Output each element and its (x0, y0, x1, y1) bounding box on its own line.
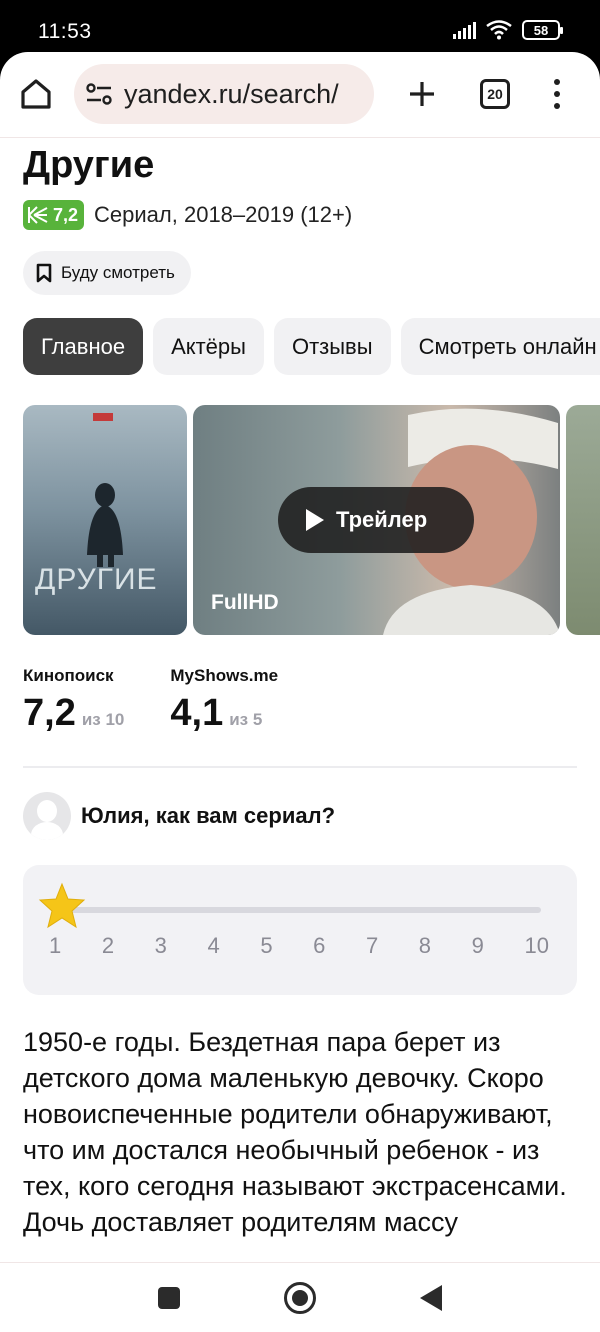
rating-option[interactable]: 9 (472, 933, 484, 959)
status-time: 11:53 (38, 20, 92, 43)
rating-value: 4,1 (170, 692, 224, 734)
system-navigation-bar (0, 1262, 600, 1332)
rating-option[interactable]: 2 (102, 933, 114, 959)
rating-slider-track[interactable] (63, 907, 541, 913)
show-meta-text: Сериал, 2018–2019 (12+) (94, 202, 353, 227)
page-content: Другие 7,2 Сериал, 2018–2019 (12+) Буду … (0, 138, 600, 1262)
rating-option[interactable]: 5 (260, 933, 272, 959)
kinopoisk-badge-rating: 7,2 (53, 204, 79, 225)
show-meta: 7,2 Сериал, 2018–2019 (12+) (23, 200, 352, 230)
play-icon (306, 509, 324, 531)
wifi-icon (486, 20, 512, 40)
tab-watch-online[interactable]: Смотреть онлайн (400, 318, 600, 375)
media-gallery: ДРУГИЕ Трейлер FullHD (23, 405, 600, 635)
kinopoisk-badge[interactable]: 7,2 (23, 200, 85, 230)
battery-icon: 58 (522, 20, 563, 40)
section-tabs: Главное Актёры Отзывы Смотреть онлайн (23, 318, 600, 375)
rating-scale-label: из 5 (229, 710, 263, 729)
rating-slider[interactable]: 1 2 3 4 5 6 7 8 9 10 (23, 865, 577, 995)
rating-scale-numbers: 1 2 3 4 5 6 7 8 9 10 (49, 933, 549, 959)
star-icon[interactable] (37, 881, 87, 931)
more-menu-icon[interactable] (546, 76, 568, 112)
status-bar: 11:53 58 (0, 0, 600, 60)
kinopoisk-logo-icon (28, 206, 48, 224)
tab-switcher-button[interactable]: 20 (480, 79, 510, 109)
trailer-video[interactable]: Трейлер FullHD (193, 405, 560, 635)
tab-main[interactable]: Главное (23, 318, 144, 375)
watch-later-label: Буду смотреть (61, 263, 175, 282)
show-description: 1950-е годы. Бездетная пара берет из дет… (23, 1027, 567, 1237)
rating-option[interactable]: 6 (313, 933, 325, 959)
home-icon[interactable] (18, 76, 54, 112)
ratings-row: Кинопоиск 7,2 из 10 MyShows.me 4,1 из 5 (23, 666, 278, 735)
rating-option[interactable]: 4 (207, 933, 219, 959)
status-icons: 58 (453, 20, 563, 40)
watch-later-button[interactable]: Буду смотреть (23, 251, 191, 295)
user-rating-prompt: Юлия, как вам сериал? (23, 792, 335, 840)
poster-title: ДРУГИЕ (35, 563, 158, 596)
play-trailer-button[interactable]: Трейлер (278, 487, 474, 553)
rating-scale-label: из 10 (81, 710, 125, 729)
rating-option[interactable]: 3 (155, 933, 167, 959)
rating-option[interactable]: 1 (49, 933, 61, 959)
rating-source: MyShows.me (170, 666, 279, 685)
trailer-label: Трейлер (336, 507, 428, 532)
url-text: yandex.ru/search/ (124, 78, 339, 109)
new-tab-icon[interactable] (404, 76, 440, 112)
rating-option[interactable]: 8 (419, 933, 431, 959)
myshows-rating[interactable]: MyShows.me 4,1 из 5 (170, 666, 278, 735)
rating-value: 7,2 (23, 692, 76, 734)
avatar (23, 792, 71, 840)
home-circle-icon[interactable] (284, 1282, 316, 1314)
browser-toolbar: yandex.ru/search/ 20 (0, 52, 600, 138)
divider (23, 766, 577, 768)
rating-option[interactable]: 10 (524, 933, 548, 959)
rating-option[interactable]: 7 (366, 933, 378, 959)
quality-badge: FullHD (211, 591, 279, 614)
bookmark-icon (36, 263, 52, 283)
back-icon[interactable] (420, 1285, 442, 1311)
address-bar[interactable]: yandex.ru/search/ (74, 64, 374, 124)
show-title: Другие (23, 144, 155, 186)
poster-figure (87, 413, 123, 567)
recent-apps-icon[interactable] (158, 1287, 180, 1309)
signal-icon (453, 21, 476, 39)
tab-reviews[interactable]: Отзывы (273, 318, 391, 375)
poster-image[interactable]: ДРУГИЕ (23, 405, 187, 635)
rating-source: Кинопоиск (23, 666, 114, 685)
kinopoisk-rating[interactable]: Кинопоиск 7,2 из 10 (23, 666, 124, 735)
user-rating-question: Юлия, как вам сериал? (81, 803, 336, 828)
gallery-next-image[interactable] (566, 405, 600, 635)
tab-actors[interactable]: Актёры (153, 318, 264, 375)
site-settings-icon[interactable] (84, 79, 114, 109)
